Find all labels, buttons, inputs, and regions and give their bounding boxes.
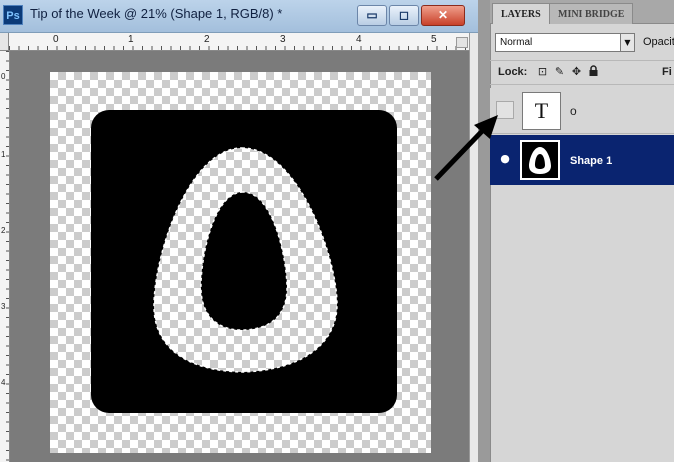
- ruler-mark: 0: [1, 72, 6, 81]
- tab-mini-bridge[interactable]: MINI BRIDGE: [549, 3, 634, 24]
- padlock-icon[interactable]: [587, 65, 600, 78]
- transparent-pixels-lock-icon[interactable]: ⊡: [536, 65, 549, 78]
- ruler-mark: 2: [1, 226, 6, 235]
- photoshop-app-icon: Ps: [3, 5, 23, 25]
- ruler-mark: 5: [431, 34, 437, 45]
- brush-lock-icon[interactable]: ✎: [553, 65, 566, 78]
- document-title: Tip of the Week @ 21% (Shape 1, RGB/8) *: [30, 6, 283, 21]
- text-layer-thumbnail[interactable]: T: [522, 92, 561, 130]
- opacity-label: Opacity: [643, 36, 674, 48]
- ruler-mark: 1: [1, 150, 6, 159]
- ruler-origin[interactable]: [0, 33, 9, 51]
- ruler-mark: 4: [356, 34, 362, 45]
- ruler-scroll-button[interactable]: [456, 37, 468, 48]
- ruler-mark: 3: [1, 302, 6, 311]
- move-lock-icon[interactable]: ✥: [570, 65, 583, 78]
- layer-name-text[interactable]: o: [570, 104, 577, 118]
- blend-mode-select[interactable]: Normal: [495, 33, 635, 52]
- close-button[interactable]: ✕: [421, 5, 465, 26]
- shape-1-artwork[interactable]: [91, 110, 397, 413]
- ruler-mark: 1: [128, 34, 134, 45]
- fill-label: Fi: [662, 66, 672, 78]
- document-scrollbar[interactable]: [469, 33, 478, 462]
- tab-layers[interactable]: LAYERS: [492, 3, 550, 24]
- ruler-mark: 2: [204, 34, 210, 45]
- lock-label: Lock:: [498, 66, 528, 78]
- ruler-mark: 3: [280, 34, 286, 45]
- annotation-arrow-icon: [434, 115, 498, 181]
- vertical-ruler[interactable]: [0, 51, 10, 462]
- chevron-down-icon[interactable]: ▼: [620, 34, 634, 51]
- layer-name-shape-1[interactable]: Shape 1: [570, 155, 612, 167]
- shape-layer-thumbnail[interactable]: [520, 140, 560, 180]
- layer-row-text[interactable]: [490, 88, 674, 134]
- ruler-mark: 0: [53, 34, 59, 45]
- horizontal-ruler[interactable]: [9, 33, 469, 51]
- maximize-button[interactable]: ◻: [389, 5, 419, 26]
- minimize-button[interactable]: ▭: [357, 5, 387, 26]
- ruler-mark: 4: [1, 378, 6, 387]
